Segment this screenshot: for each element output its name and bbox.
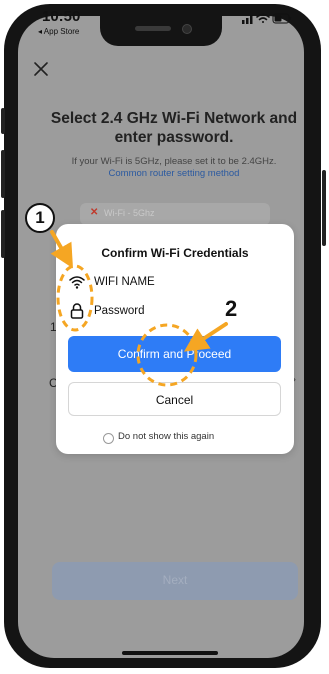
password-value: Password <box>94 305 145 317</box>
front-camera <box>182 24 192 34</box>
speaker-grille <box>135 26 171 31</box>
wifi-name-value: WIFI NAME <box>94 276 155 288</box>
next-button-label: Next <box>162 573 188 587</box>
cancel-button-label: Cancel <box>155 393 194 407</box>
volume-down-button <box>1 210 5 258</box>
error-x-icon: ✕ <box>90 207 99 218</box>
back-to-app-store-link[interactable]: ◂ App Store <box>38 27 79 36</box>
do-not-show-radio[interactable] <box>103 433 114 444</box>
next-button[interactable]: Next <box>52 562 298 600</box>
do-not-show-label[interactable]: Do not show this again <box>118 431 214 442</box>
status-time: 10:50 <box>42 8 81 25</box>
wifi-icon <box>69 276 85 289</box>
dialog-title: Confirm Wi-Fi Credentials <box>101 246 249 260</box>
step-2-number: 2 <box>225 296 238 321</box>
power-button <box>322 170 326 246</box>
battery-icon <box>272 13 292 24</box>
confirm-credentials-dialog: Confirm Wi-Fi Credentials WIFI NAME Pass… <box>56 224 294 454</box>
home-indicator[interactable] <box>122 651 218 655</box>
mute-switch <box>1 108 5 134</box>
status-icons <box>242 13 292 24</box>
close-icon[interactable] <box>32 60 50 78</box>
wifi-network-value: Wi-Fi - 5Ghz <box>104 208 155 218</box>
stage: 10:50 ◂ App Store Select 2.4 GHz Wi-Fi N… <box>0 0 329 674</box>
page-subtitle: If your Wi-Fi is 5GHz, please set it to … <box>40 156 308 180</box>
lock-icon <box>70 303 84 319</box>
notch <box>100 16 222 46</box>
router-settings-link[interactable]: Common router setting method <box>109 168 240 179</box>
frequency-hint: If your Wi-Fi is 5GHz, please set it to … <box>71 156 277 167</box>
signal-icon <box>242 15 253 24</box>
confirm-button-label: Confirm and Proceed <box>117 347 232 361</box>
wifi-icon <box>256 13 270 23</box>
confirm-and-proceed-button[interactable]: Confirm and Proceed <box>68 336 281 372</box>
page-title: Select 2.4 GHz Wi-Fi Network and enter p… <box>50 110 298 146</box>
cancel-button[interactable]: Cancel <box>68 382 281 416</box>
volume-up-button <box>1 150 5 198</box>
step-1-badge: 1 <box>25 203 55 233</box>
wifi-network-field[interactable]: ✕ Wi-Fi - 5Ghz <box>80 203 270 225</box>
